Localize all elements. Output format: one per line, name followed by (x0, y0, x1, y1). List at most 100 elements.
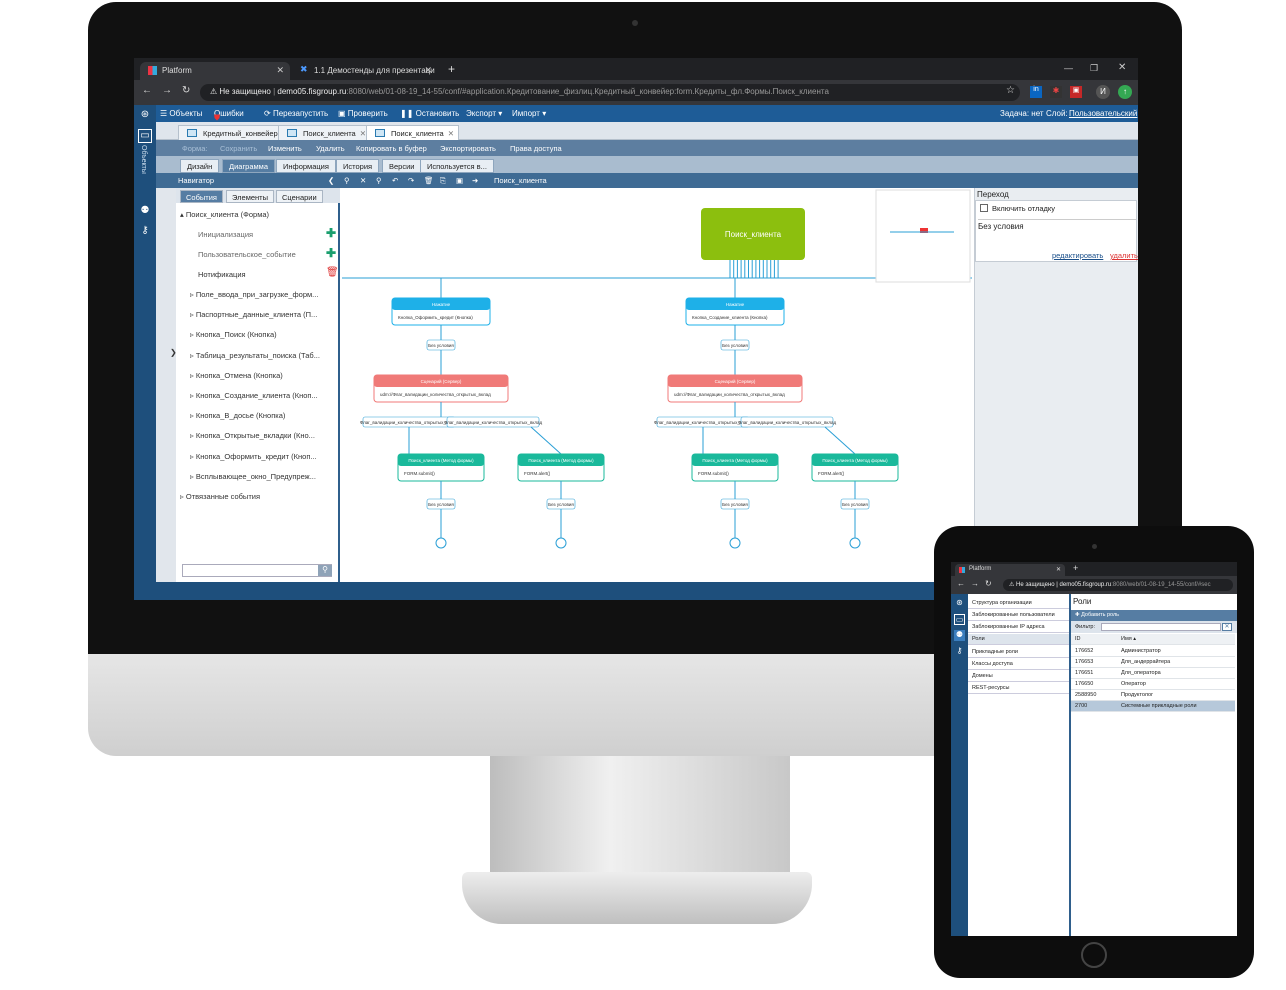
table-row[interactable]: 176652 Администратор (1071, 646, 1235, 657)
close-window-icon[interactable]: ✕ (1118, 62, 1126, 73)
users-icon[interactable]: ⚉ (138, 205, 152, 219)
reload-icon[interactable]: ↻ (985, 579, 992, 588)
sidebar-item[interactable]: Заблокированные пользователи (968, 610, 1069, 621)
sidebar-item[interactable]: Заблокированные IP адреса (968, 622, 1069, 633)
tree-event-init[interactable]: Инициализация (198, 230, 338, 239)
zoom-icon[interactable]: ⚲ (344, 176, 350, 185)
back-icon[interactable]: ← (142, 85, 152, 96)
undo-icon[interactable]: ↶ (392, 176, 398, 185)
tree-item[interactable]: ▹ Кнопка_Оформить_кредит (Кноп... (190, 452, 330, 461)
close-tab-icon[interactable]: ✕ (1056, 566, 1061, 573)
bookmark-star-icon[interactable]: ☆ (1006, 85, 1015, 96)
tree-item[interactable]: ▹ Кнопка_Открытые_вкладки (Кно... (190, 431, 330, 440)
image-icon[interactable]: ▣ (456, 176, 463, 185)
sidebar-item[interactable]: Классы доступа (968, 659, 1069, 670)
save-button[interactable]: Сохранить (220, 144, 257, 153)
add-handler-icon[interactable]: ✚ (326, 226, 336, 240)
menu-export[interactable]: Экспорт ▾ (466, 109, 502, 118)
extension-icon[interactable]: ▣ (1070, 86, 1082, 98)
menu-objects[interactable]: ☰ Объекты (160, 109, 202, 118)
tree-item[interactable]: ▹ Кнопка_Создание_клиента (Кноп... (190, 391, 330, 400)
table-row[interactable]: 176653 Для_андеррайтера (1071, 657, 1235, 668)
table-row[interactable]: 2588950 Продуктолог (1071, 690, 1235, 701)
tree-item[interactable]: ▹ Кнопка_В_досье (Кнопка) (190, 411, 330, 420)
doc-tab-search-client[interactable]: Поиск_клиента ✕ (278, 125, 372, 140)
clear-filter-icon[interactable]: ✕ (1222, 623, 1232, 631)
search-icon[interactable]: ⚲ (318, 565, 332, 576)
update-icon[interactable]: ↑ (1118, 85, 1132, 99)
users-icon[interactable]: ⚉ (954, 630, 965, 641)
reload-icon[interactable]: ↻ (182, 85, 190, 96)
tree-item[interactable]: ▹ Всплывающее_окно_Предупреж... (190, 472, 330, 481)
tree-item[interactable]: ▹ Кнопка_Поиск (Кнопка) (190, 330, 330, 339)
menu-errors[interactable]: ⛊ Ошибки (214, 109, 244, 122)
export-button[interactable]: Экспортировать (440, 144, 496, 153)
key-icon[interactable]: ⚷ (138, 225, 152, 239)
globe-icon[interactable]: ⊛ (954, 598, 965, 609)
url-field[interactable]: ⚠ Не защищено | demo05.fisgroup.ru:8080/… (200, 84, 1020, 101)
extension-icon[interactable]: ✱ (1050, 86, 1062, 98)
tree-root[interactable]: ▴ Поиск_клиента (Форма) (180, 210, 320, 219)
close-icon[interactable]: ✕ (448, 129, 454, 138)
linkedin-extension-icon[interactable]: in (1030, 86, 1042, 98)
tree-item[interactable]: ▹ Поле_ввода_при_загрузке_форм... (190, 290, 330, 299)
back-icon[interactable]: ← (957, 579, 965, 588)
arrow-icon[interactable]: ➜ (472, 176, 478, 185)
new-tab-button[interactable]: + (1073, 563, 1078, 573)
column-id[interactable]: ID (1075, 636, 1081, 642)
sidebar-item[interactable]: Роли (968, 634, 1069, 645)
copy-icon[interactable]: ⎘ (440, 176, 446, 186)
window-icon[interactable]: ▭ (138, 129, 152, 143)
sidebar-item[interactable]: Прикладные роли (968, 647, 1069, 658)
tree-bound-events[interactable]: ▹ Отвязанные события (180, 492, 320, 501)
tab-events[interactable]: События (180, 190, 223, 203)
sidebar-item[interactable]: Структура организации (968, 598, 1069, 609)
trash-icon[interactable]: 🗑 (326, 267, 339, 278)
menu-check[interactable]: ▣ Проверить (338, 109, 388, 118)
restore-icon[interactable]: ❐ (1090, 63, 1098, 74)
tree-event-user[interactable]: Пользовательское_событие (198, 250, 338, 259)
delete-link[interactable]: удалить (1110, 251, 1138, 260)
add-handler-icon[interactable]: ✚ (326, 246, 336, 260)
tab-versions[interactable]: Версии (382, 159, 422, 173)
new-tab-button[interactable]: + (448, 62, 455, 76)
table-row[interactable]: 2700 Системные прикладные роли (1071, 701, 1235, 712)
forward-icon[interactable]: → (162, 85, 172, 96)
menu-restart[interactable]: ⟳ Перезапустить (264, 109, 328, 118)
window-icon[interactable]: ▭ (954, 614, 965, 625)
doc-tab-credit-pipeline[interactable]: Кредитный_конвейер✕ (178, 125, 294, 140)
tab-scenarios[interactable]: Сценарии (276, 190, 323, 203)
tree-search-input[interactable] (182, 564, 332, 577)
globe-icon[interactable]: ⊛ (138, 109, 152, 123)
tab-history[interactable]: История (336, 159, 380, 173)
doc-tab-search-client-active[interactable]: Поиск_клиента ✕ (366, 125, 460, 140)
edit-link[interactable]: редактировать (1052, 251, 1103, 260)
forward-icon[interactable]: → (971, 579, 979, 588)
tab-elements[interactable]: Элементы (226, 190, 274, 203)
tree-item[interactable]: ▹ Кнопка_Отмена (Кнопка) (190, 371, 330, 380)
edit-button[interactable]: Изменить (268, 144, 302, 153)
access-rights-button[interactable]: Права доступа (510, 144, 562, 153)
debug-checkbox[interactable] (980, 204, 988, 212)
tree-event-notify[interactable]: Нотификация (198, 270, 338, 279)
browser-tab-platform[interactable]: Platform ✕ (140, 62, 290, 80)
copy-button[interactable]: Копировать в буфер (356, 144, 427, 153)
close-tab-icon[interactable]: ✕ (276, 65, 284, 76)
close-tab-icon[interactable]: ✕ (424, 65, 432, 76)
zoom-in-icon[interactable]: ⚲ (376, 176, 382, 185)
table-row[interactable]: 176651 Для_оператора (1071, 668, 1235, 679)
sidebar-item[interactable]: REST-ресурсы (968, 683, 1069, 694)
tree-item[interactable]: ▹ Паспортные_данные_клиента (П... (190, 310, 330, 319)
tab-design[interactable]: Дизайн (180, 159, 220, 173)
tablet-browser-tab[interactable]: Platform ✕ (955, 564, 1065, 576)
sidebar-item[interactable]: Домены (968, 671, 1069, 682)
redo-icon[interactable]: ↷ (408, 176, 414, 185)
fit-icon[interactable]: ✕ (360, 176, 366, 185)
tab-info[interactable]: Информация (276, 159, 336, 173)
profile-avatar[interactable]: И (1096, 85, 1110, 99)
tab-used-in[interactable]: Используется в... (420, 159, 494, 173)
filter-input[interactable] (1101, 623, 1221, 631)
trash-icon[interactable]: 🗑 (424, 176, 434, 185)
browser-tab-demo[interactable]: ✖ 1.1 Демостенды для презентаци ✕ (292, 62, 438, 80)
menu-import[interactable]: Импорт ▾ (512, 109, 546, 118)
